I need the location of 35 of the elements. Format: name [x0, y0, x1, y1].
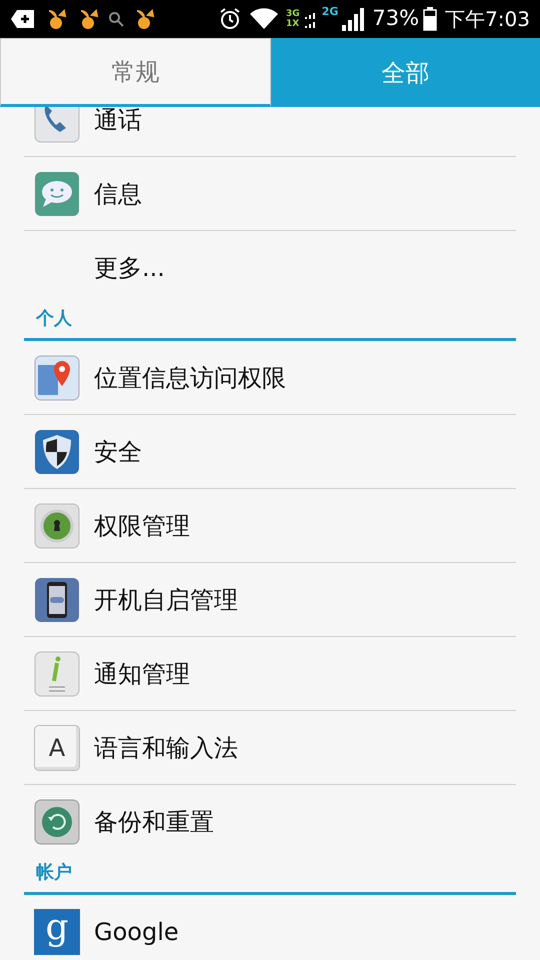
tab[interactable]: 常规	[0, 38, 271, 107]
phone-toggle-icon	[34, 576, 80, 622]
settings-item[interactable]: 信息	[24, 157, 516, 231]
settings-item[interactable]: g Google	[24, 895, 516, 960]
keyhole-icon	[34, 502, 80, 548]
network-label: 3G	[286, 9, 300, 19]
settings-item[interactable]: 开机自启管理	[24, 563, 516, 637]
clock: 下午7:03	[445, 6, 530, 33]
section-header: 帐户	[36, 861, 72, 885]
network-label: 1X	[286, 19, 300, 29]
battery-icon	[423, 7, 438, 31]
phone-icon	[34, 107, 80, 142]
notification-icon	[10, 9, 36, 29]
settings-item[interactable]: 安全	[24, 415, 516, 489]
shield-icon	[34, 428, 80, 474]
section-header: 个人	[36, 307, 72, 331]
settings-item[interactable]: 通知管理	[24, 637, 516, 711]
info-icon	[34, 650, 80, 696]
settings-item[interactable]: 位置信息访问权限	[24, 341, 516, 415]
settings-item[interactable]: 权限管理	[24, 489, 516, 563]
alarm-icon	[218, 7, 242, 31]
key-icon: A	[34, 724, 80, 770]
search-icon	[108, 11, 124, 27]
wifi-icon	[250, 8, 278, 30]
signal-icon	[342, 7, 364, 31]
location-pin-icon	[34, 354, 80, 400]
message-icon	[34, 170, 80, 216]
settings-item[interactable]: 备份和重置	[24, 785, 516, 859]
letter-icon: g	[34, 908, 80, 954]
settings-item[interactable]: 通话	[24, 107, 516, 157]
network-label: 2G	[322, 7, 338, 17]
settings-item[interactable]: A 语言和输入法	[24, 711, 516, 785]
restore-icon	[34, 799, 80, 845]
battery-percent: 73%	[372, 5, 420, 32]
settings-item[interactable]: 更多...	[24, 231, 516, 305]
